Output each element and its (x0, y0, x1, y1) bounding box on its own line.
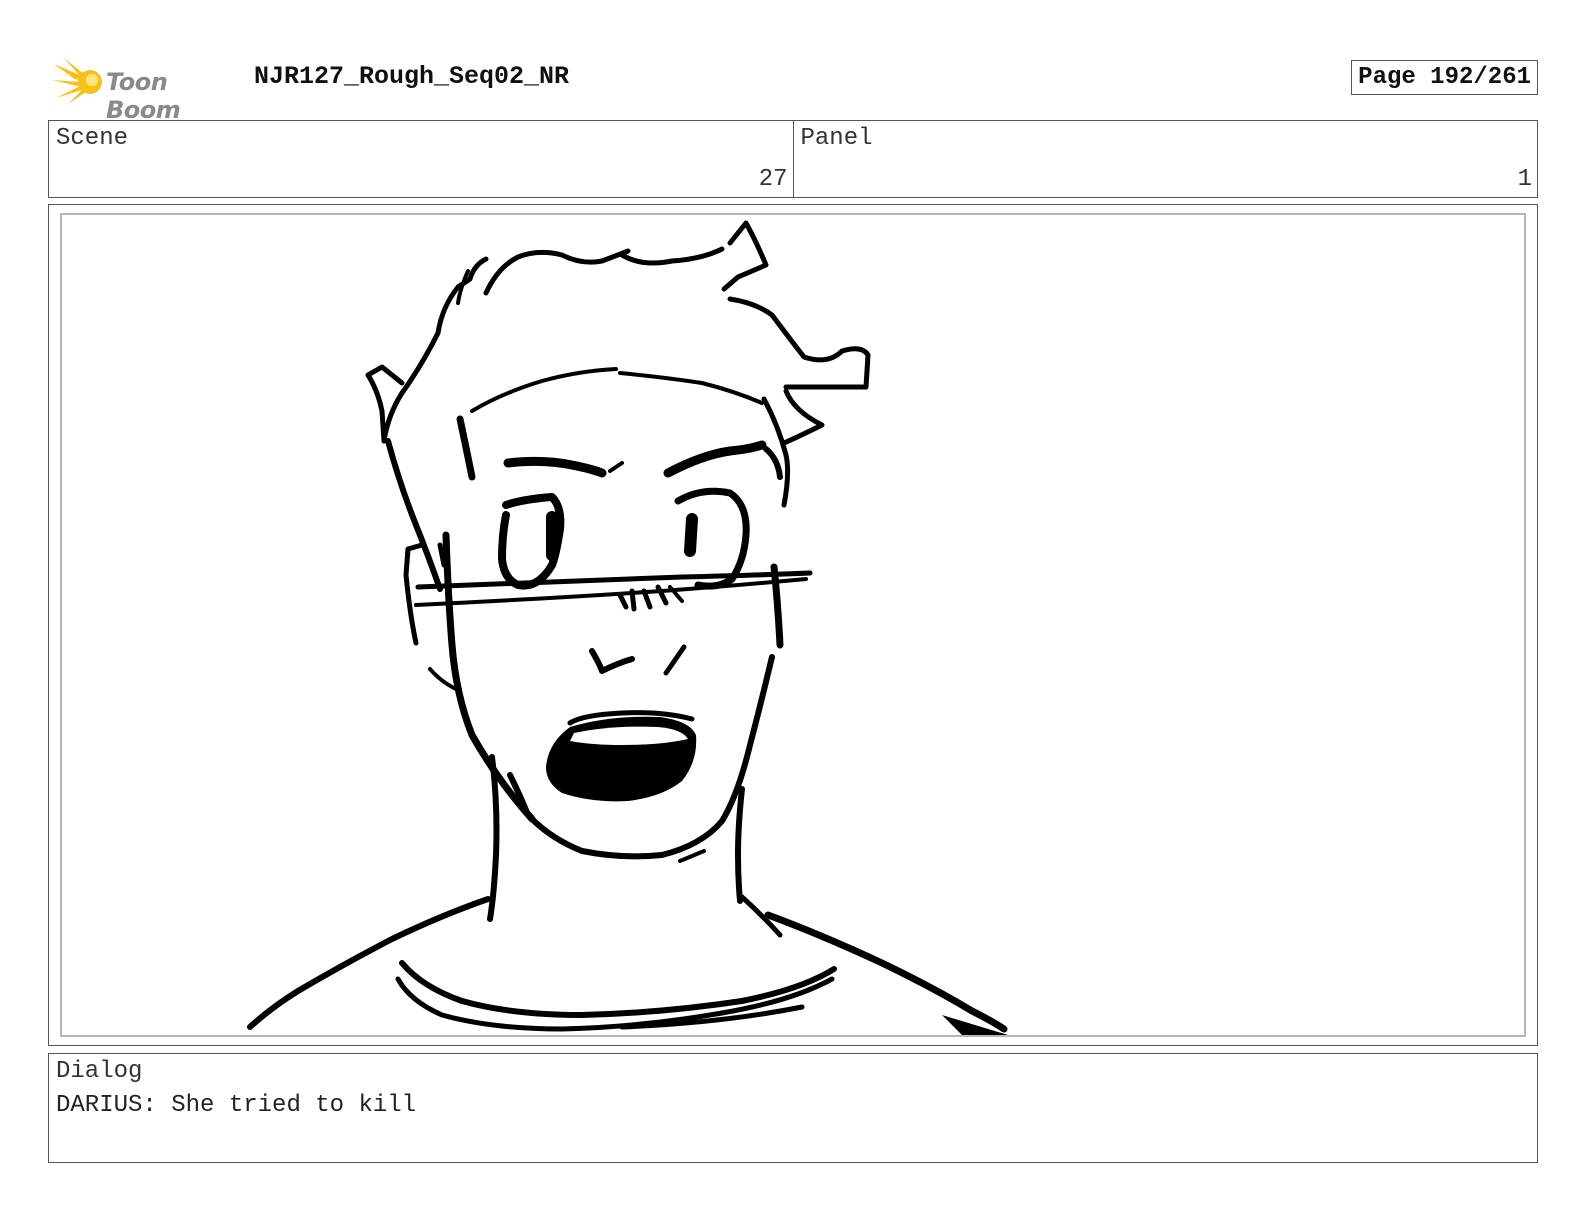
scene-label: Scene (56, 125, 129, 152)
scene-value: 27 (758, 166, 788, 193)
toon-boom-star-icon (52, 58, 102, 104)
page-header: Toon Boom NJR127_Rough_Seq02_NR Page 192… (48, 52, 1538, 124)
dialog-section: Dialog DARIUS: She tried to kill (48, 1053, 1538, 1163)
storyboard-panel-frame (48, 204, 1538, 1046)
toon-boom-logo: Toon Boom (52, 56, 242, 124)
panel-value: 1 (1517, 166, 1532, 193)
storyboard-image (60, 213, 1526, 1037)
dialog-text: DARIUS: She tried to kill (56, 1092, 417, 1119)
panel-label: Panel (800, 125, 873, 152)
scene-cell: Scene 27 (49, 121, 793, 197)
panel-cell: Panel 1 (792, 121, 1538, 197)
page-number-box: Page 192/261 (1351, 60, 1538, 95)
document-title: NJR127_Rough_Seq02_NR (254, 62, 570, 91)
logo-text: Toon Boom (106, 68, 181, 124)
dialog-label: Dialog (56, 1058, 143, 1085)
scene-panel-info: Scene 27 Panel 1 (48, 120, 1538, 198)
character-sketch (247, 220, 1008, 1035)
